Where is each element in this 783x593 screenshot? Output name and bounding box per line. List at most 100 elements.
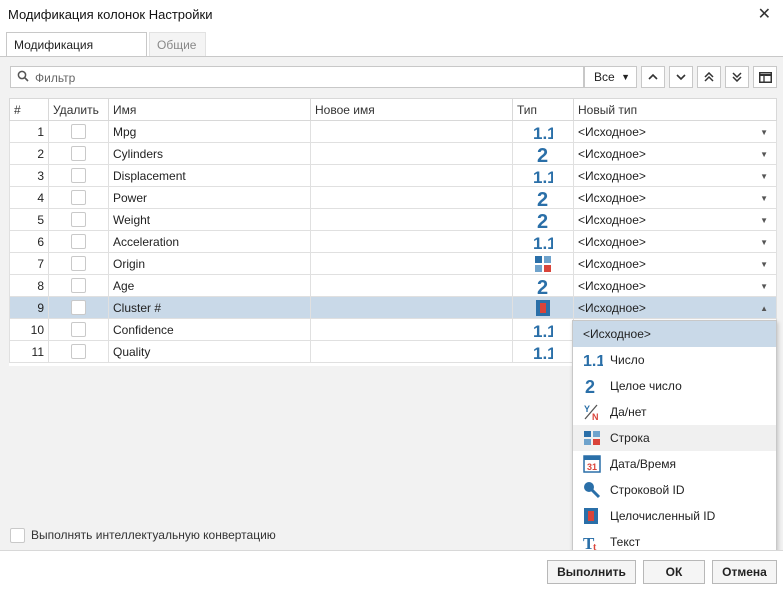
filter-field[interactable] <box>10 66 584 88</box>
move-up-button[interactable] <box>641 66 665 88</box>
new-name-field[interactable] <box>310 274 513 297</box>
cancel-button[interactable]: Отмена <box>712 560 777 584</box>
boolean-icon: YN <box>584 404 599 421</box>
new-name-field[interactable] <box>310 186 513 209</box>
dropdown-item-integer-id[interactable]: Целочисленный ID <box>573 503 776 529</box>
row-number: 10 <box>9 318 49 341</box>
header-new-type[interactable]: Новый тип <box>573 98 777 121</box>
filter-input[interactable] <box>33 69 577 87</box>
table-row[interactable]: 8 Age 2 <Исходное> ▼ <box>9 274 777 297</box>
filter-scope-value: Все <box>594 70 615 84</box>
delete-checkbox[interactable] <box>71 168 86 183</box>
header-delete[interactable]: Удалить <box>48 98 109 121</box>
delete-cell <box>48 208 109 231</box>
columns-layout-button[interactable] <box>753 66 777 88</box>
column-name[interactable]: Cluster # <box>108 296 311 319</box>
dropdown-item-string-id[interactable]: Строковой ID <box>573 477 776 503</box>
dropdown-item-boolean[interactable]: YN Да/нет <box>573 399 776 425</box>
column-name[interactable]: Mpg <box>108 120 311 143</box>
column-name[interactable]: Age <box>108 274 311 297</box>
new-name-field[interactable] <box>310 230 513 253</box>
new-type-value: <Исходное> <box>578 190 646 205</box>
new-type-select[interactable]: <Исходное> ▼ <box>573 252 777 275</box>
new-name-field[interactable] <box>310 208 513 231</box>
dropdown-item-integer[interactable]: 2 Целое число <box>573 373 776 399</box>
table-row[interactable]: 5 Weight 2 <Исходное> ▼ <box>9 208 777 231</box>
new-name-field[interactable] <box>310 340 513 363</box>
integer-icon: 2 <box>537 211 548 230</box>
integer-icon: 2 <box>537 277 548 296</box>
delete-checkbox[interactable] <box>71 300 86 315</box>
header-new-name[interactable]: Новое имя <box>310 98 513 121</box>
header-type[interactable]: Тип <box>512 98 574 121</box>
table-row[interactable]: 4 Power 2 <Исходное> ▼ <box>9 186 777 209</box>
close-icon[interactable]: ✕ <box>758 4 771 24</box>
title-bar: Модификация колонок Настройки ✕ <box>0 0 783 28</box>
dropdown-item-datetime[interactable]: 31 Дата/Время <box>573 451 776 477</box>
header-name[interactable]: Имя <box>108 98 311 121</box>
dropdown-item-label: <Исходное> <box>583 327 651 341</box>
type-cell: 1.1 <box>512 318 574 341</box>
chevron-down-icon: ▼ <box>760 128 768 137</box>
table-row[interactable]: 1 Mpg 1.1 <Исходное> ▼ <box>9 120 777 143</box>
column-name[interactable]: Cylinders <box>108 142 311 165</box>
move-bottom-button[interactable] <box>725 66 749 88</box>
table-row[interactable]: 6 Acceleration 1.1 <Исходное> ▼ <box>9 230 777 253</box>
delete-checkbox[interactable] <box>71 256 86 271</box>
filter-scope-select[interactable]: Все ▼ <box>584 66 637 88</box>
column-name[interactable]: Weight <box>108 208 311 231</box>
ok-button[interactable]: ОК <box>643 560 705 584</box>
delete-checkbox[interactable] <box>71 190 86 205</box>
svg-text:Y: Y <box>584 404 590 414</box>
table-row[interactable]: 3 Displacement 1.1 <Исходное> ▼ <box>9 164 777 187</box>
new-type-select[interactable]: <Исходное> ▼ <box>573 142 777 165</box>
table-row[interactable]: 7 Origin <Исходное> ▼ <box>9 252 777 275</box>
new-type-select[interactable]: <Исходное> ▼ <box>573 120 777 143</box>
new-type-select[interactable]: <Исходное> ▲ <box>573 296 777 319</box>
move-top-button[interactable] <box>697 66 721 88</box>
column-name[interactable]: Displacement <box>108 164 311 187</box>
new-name-field[interactable] <box>310 164 513 187</box>
smart-conversion-checkbox[interactable] <box>10 528 25 544</box>
table-row[interactable]: 2 Cylinders 2 <Исходное> ▼ <box>9 142 777 165</box>
tab-divider <box>147 56 783 57</box>
column-name[interactable]: Confidence <box>108 318 311 341</box>
run-button[interactable]: Выполнить <box>547 560 636 584</box>
tab-column-modification[interactable]: Модификация колонок <box>6 32 147 76</box>
delete-checkbox[interactable] <box>71 234 86 249</box>
dropdown-item-original[interactable]: <Исходное> <box>573 321 776 347</box>
smart-conversion-label: Выполнять интеллектуальную конвертацию <box>31 528 276 542</box>
new-type-select[interactable]: <Исходное> ▼ <box>573 164 777 187</box>
new-name-field[interactable] <box>310 120 513 143</box>
new-name-field[interactable] <box>310 296 513 319</box>
column-name[interactable]: Origin <box>108 252 311 275</box>
delete-checkbox[interactable] <box>71 322 86 337</box>
column-name[interactable]: Power <box>108 186 311 209</box>
table-row[interactable]: 9 Cluster # <Исходное> ▲ <box>9 296 777 319</box>
dropdown-item-string[interactable]: Строка <box>573 425 776 451</box>
delete-cell <box>48 230 109 253</box>
column-name[interactable]: Quality <box>108 340 311 363</box>
smart-conversion-option[interactable]: Выполнять интеллектуальную конвертацию <box>10 528 276 544</box>
delete-checkbox[interactable] <box>71 146 86 161</box>
header-num[interactable]: # <box>9 98 49 121</box>
new-type-select[interactable]: <Исходное> ▼ <box>573 186 777 209</box>
new-name-field[interactable] <box>310 142 513 165</box>
new-type-select[interactable]: <Исходное> ▼ <box>573 208 777 231</box>
delete-checkbox[interactable] <box>71 344 86 359</box>
delete-checkbox[interactable] <box>71 278 86 293</box>
column-name[interactable]: Acceleration <box>108 230 311 253</box>
tab-general[interactable]: Общие <box>149 32 206 56</box>
new-name-field[interactable] <box>310 252 513 275</box>
move-down-button[interactable] <box>669 66 693 88</box>
new-type-value: <Исходное> <box>578 278 646 293</box>
dropdown-item-label: Да/нет <box>610 405 647 419</box>
search-icon <box>17 70 29 85</box>
new-type-select[interactable]: <Исходное> ▼ <box>573 230 777 253</box>
new-type-select[interactable]: <Исходное> ▼ <box>573 274 777 297</box>
delete-checkbox[interactable] <box>71 124 86 139</box>
new-name-field[interactable] <box>310 318 513 341</box>
delete-checkbox[interactable] <box>71 212 86 227</box>
dropdown-item-number[interactable]: 1.1 Число <box>573 347 776 373</box>
type-cell: 1.1 <box>512 120 574 143</box>
